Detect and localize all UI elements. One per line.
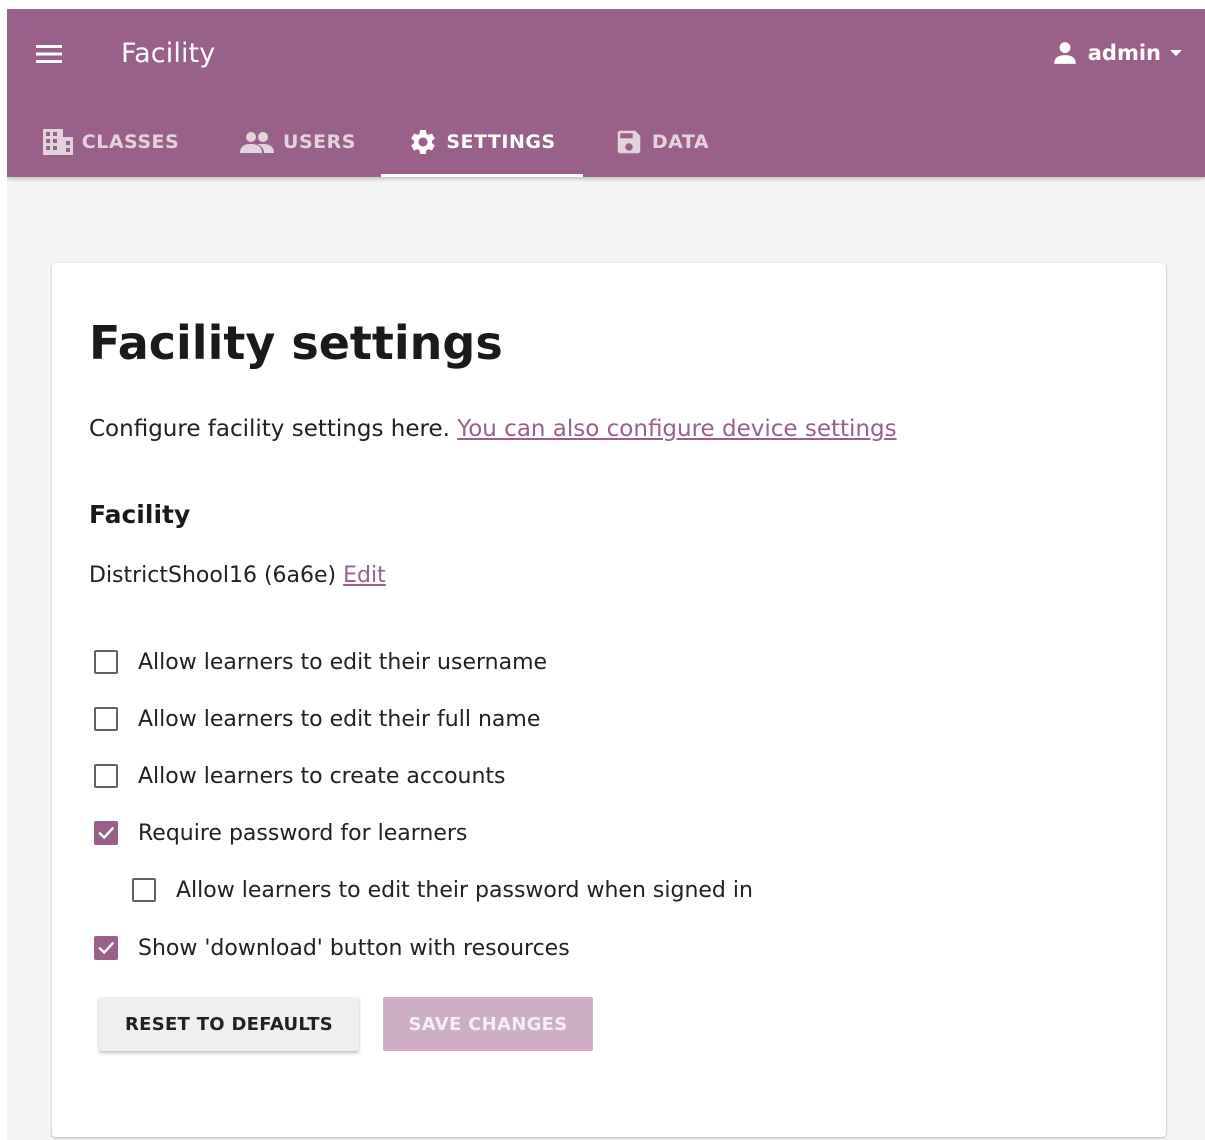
tab-data-label: DATA xyxy=(651,131,710,153)
edit-facility-link[interactable]: Edit xyxy=(343,563,386,588)
setting-label: Require password for learners xyxy=(138,820,468,846)
setting-checkbox-row[interactable]: Show 'download' button with resources xyxy=(94,932,570,964)
classes-building-icon xyxy=(42,129,73,155)
device-settings-link[interactable]: You can also configure device settings xyxy=(457,416,896,442)
facility-name-line: DistrictShool16 (6a6e) Edit xyxy=(89,560,386,592)
tab-users-label: USERS xyxy=(283,131,356,153)
facility-settings-card: Facility settings Configure facility set… xyxy=(52,263,1166,1137)
setting-label: Allow learners to edit their password wh… xyxy=(176,877,753,903)
setting-label: Allow learners to create accounts xyxy=(138,763,506,789)
app-window: Facility admin CLASSES USERS SETTINGS DA… xyxy=(7,9,1205,1140)
setting-label: Show 'download' button with resources xyxy=(138,935,570,961)
user-menu[interactable]: admin xyxy=(1052,35,1183,71)
checkbox-unchecked[interactable] xyxy=(94,764,118,788)
tab-settings-label: SETTINGS xyxy=(446,131,556,153)
floppy-disk-icon xyxy=(617,130,641,154)
person-icon xyxy=(1053,42,1076,64)
checkbox-checked[interactable] xyxy=(94,821,118,845)
tab-classes[interactable]: CLASSES xyxy=(7,107,214,177)
user-name: admin xyxy=(1087,41,1161,65)
setting-checkbox-row[interactable]: Allow learners to edit their password wh… xyxy=(132,874,753,906)
nav-tabs: CLASSES USERS SETTINGS DATA xyxy=(7,107,740,177)
checkbox-unchecked[interactable] xyxy=(94,650,118,674)
intro-description: Configure facility settings here. xyxy=(89,416,450,442)
setting-label: Allow learners to edit their full name xyxy=(138,706,541,732)
app-bar: Facility admin CLASSES USERS SETTINGS DA… xyxy=(7,9,1205,177)
setting-checkbox-row[interactable]: Allow learners to create accounts xyxy=(94,760,506,792)
setting-label: Allow learners to edit their username xyxy=(138,649,548,675)
reset-to-defaults-button[interactable]: RESET TO DEFAULTS xyxy=(99,997,359,1051)
setting-checkbox-row[interactable]: Require password for learners xyxy=(94,817,467,849)
facility-section-heading: Facility xyxy=(89,500,191,529)
app-title: Facility xyxy=(121,38,216,69)
tab-data[interactable]: DATA xyxy=(583,107,740,177)
caret-down-icon xyxy=(1170,50,1182,56)
tab-users[interactable]: USERS xyxy=(214,107,381,177)
tab-settings[interactable]: SETTINGS xyxy=(381,107,583,177)
intro-text: Configure facility settings here. You ca… xyxy=(89,413,897,445)
save-changes-button[interactable]: SAVE CHANGES xyxy=(383,997,593,1051)
page-title: Facility settings xyxy=(89,316,503,370)
checkbox-checked[interactable] xyxy=(94,936,118,960)
gear-icon xyxy=(411,130,436,154)
tab-classes-label: CLASSES xyxy=(81,131,180,153)
menu-button[interactable] xyxy=(33,39,65,69)
hamburger-menu-icon xyxy=(36,45,62,63)
setting-checkbox-row[interactable]: Allow learners to edit their username xyxy=(94,646,547,678)
checkbox-unchecked[interactable] xyxy=(132,878,156,902)
checkmark-icon xyxy=(98,826,115,840)
checkbox-unchecked[interactable] xyxy=(94,707,118,731)
people-icon xyxy=(240,132,275,153)
setting-checkbox-row[interactable]: Allow learners to edit their full name xyxy=(94,703,540,735)
checkmark-icon xyxy=(98,941,115,955)
facility-name: DistrictShool16 (6a6e) xyxy=(89,563,337,588)
